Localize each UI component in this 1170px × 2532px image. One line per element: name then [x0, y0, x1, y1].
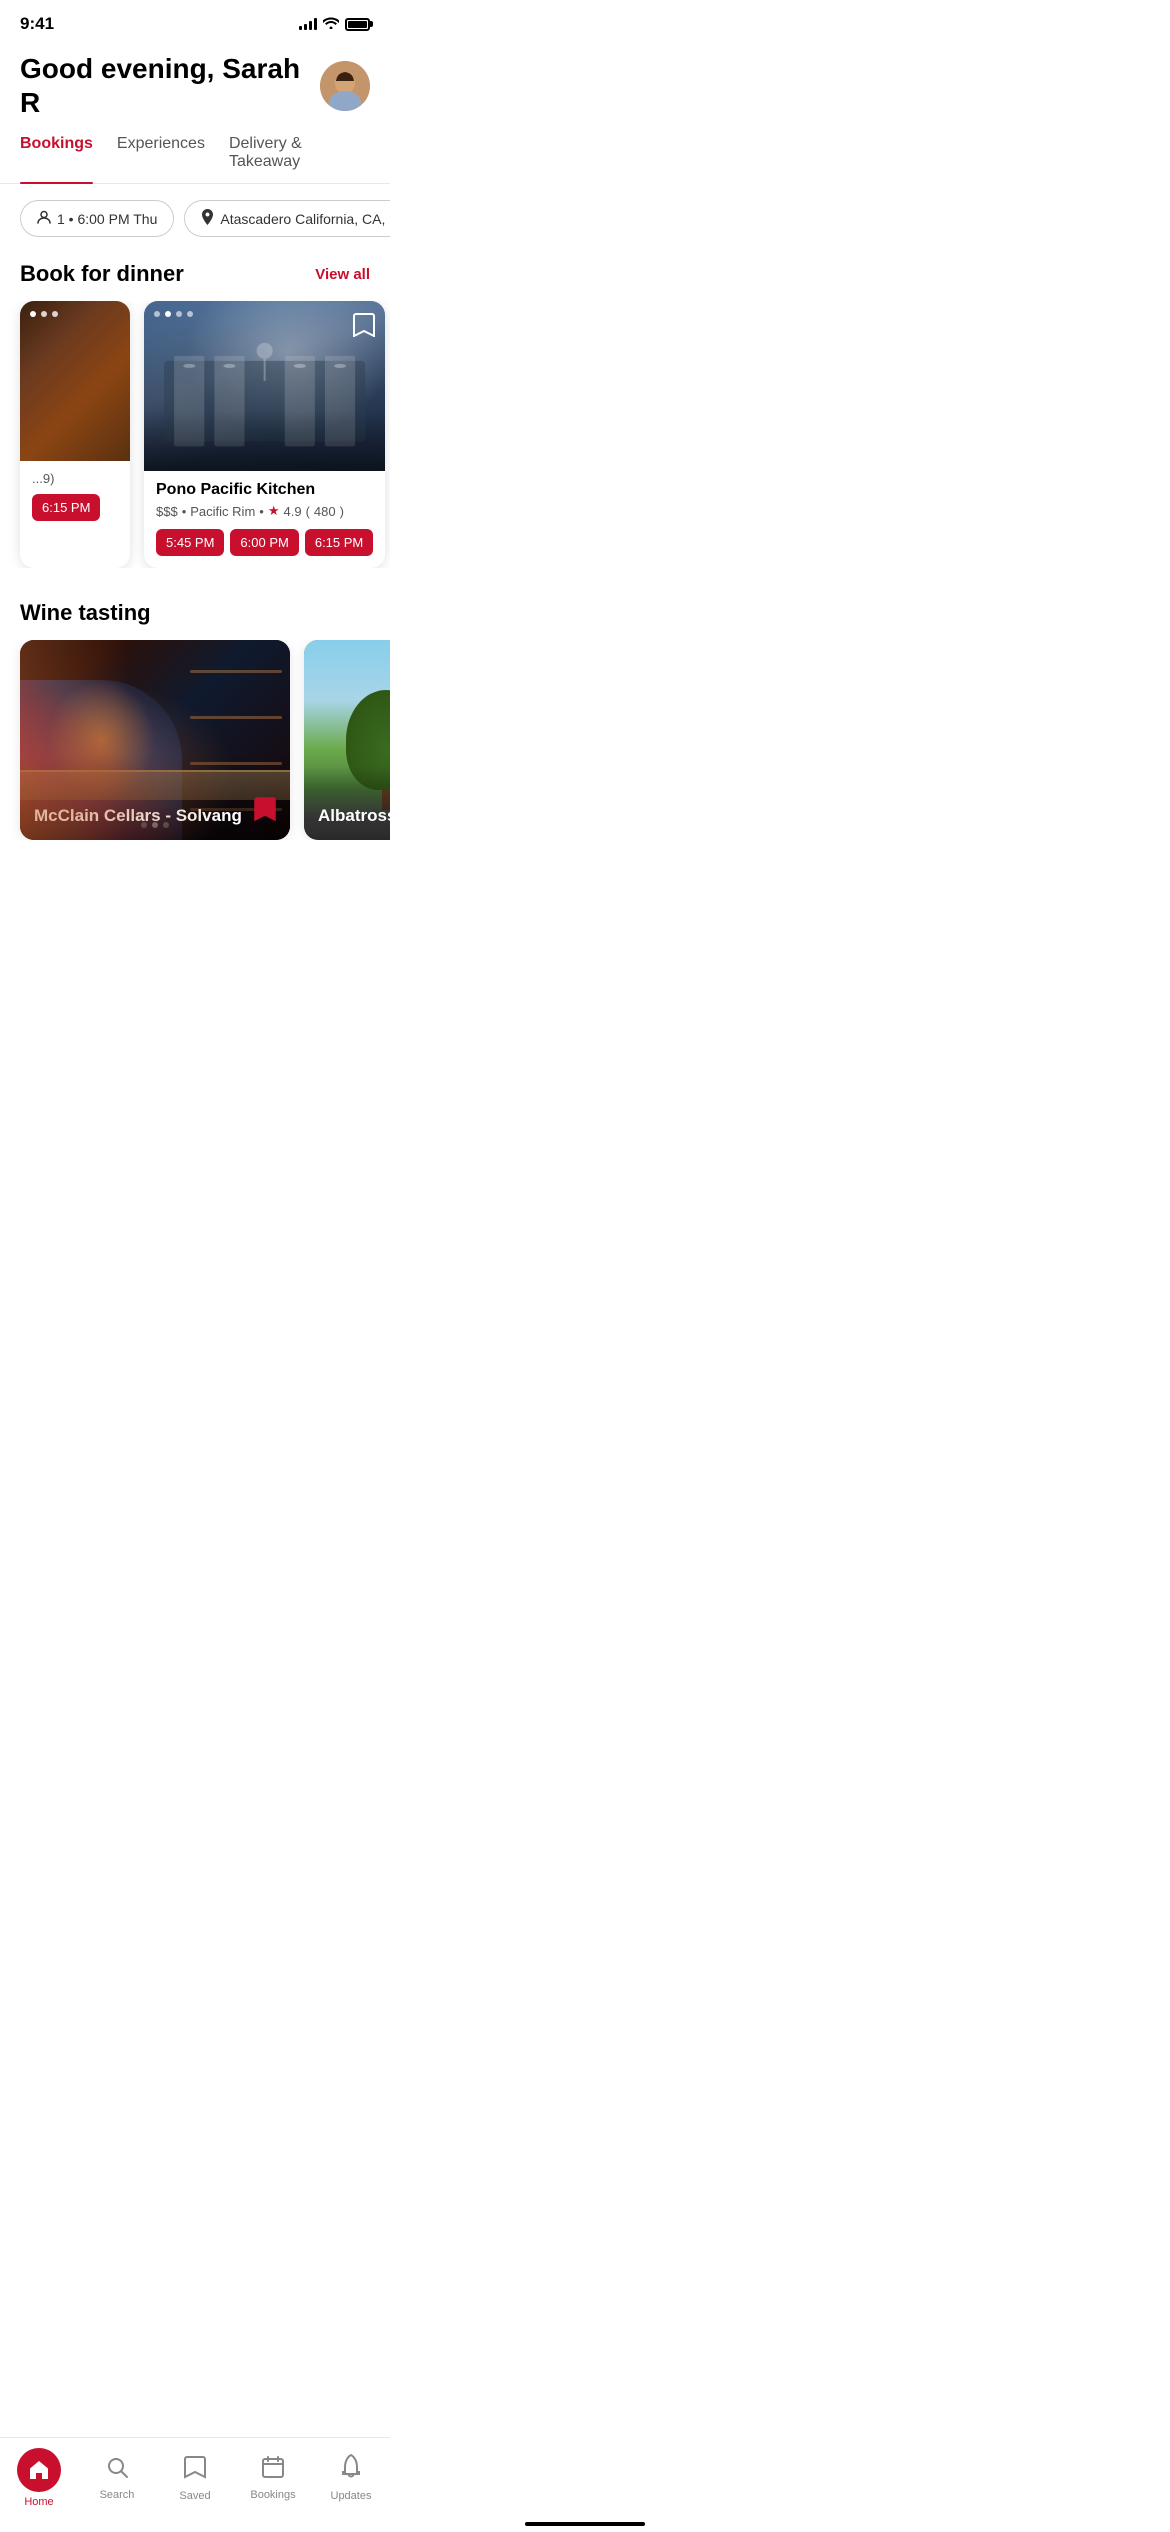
timeslot-545[interactable]: 5:45 PM: [156, 529, 224, 556]
greeting-text: Good evening, Sarah R: [20, 52, 320, 119]
filters-row: 1 • 6:00 PM Thu Atascadero California, C…: [0, 184, 390, 253]
tab-experiences[interactable]: Experiences: [117, 135, 205, 183]
bottom-nav: Home Search Saved Bookings: [0, 2437, 390, 2532]
home-indicator: [525, 2522, 645, 2526]
saved-icon: [184, 2454, 206, 2486]
signal-icon: [299, 18, 317, 30]
location-filter[interactable]: Atascadero California, CA, United St...: [184, 200, 390, 237]
mcclain-bookmark[interactable]: [254, 795, 276, 826]
pono-dots: [154, 311, 193, 317]
wine-venues-list: McClain Cellars - Solvang: [0, 640, 390, 840]
dinner-section-header: Book for dinner View all: [0, 253, 390, 301]
home-icon: [17, 2448, 61, 2492]
mcclain-name: McClain Cellars - Solvang: [34, 806, 242, 826]
timeslot-600[interactable]: 6:00 PM: [230, 529, 298, 556]
calendar-icon: [261, 2455, 285, 2485]
header: Good evening, Sarah R: [0, 42, 390, 135]
nav-search[interactable]: Search: [87, 2455, 147, 2501]
nav-bookings-label: Bookings: [250, 2489, 295, 2501]
pono-time-slots: 5:45 PM 6:00 PM 6:15 PM: [156, 529, 373, 556]
nav-saved[interactable]: Saved: [165, 2454, 225, 2502]
bookmark-pono[interactable]: [353, 311, 375, 342]
wine-section-header: Wine tasting: [0, 592, 390, 640]
location-filter-label: Atascadero California, CA, United St...: [220, 211, 390, 227]
dinner-title: Book for dinner: [20, 261, 184, 287]
tabs: Bookings Experiences Delivery & Takeaway: [0, 135, 390, 184]
status-icons: [299, 17, 370, 32]
wine-tasting-section: Wine tasting: [0, 592, 390, 840]
mcclain-overlay: McClain Cellars - Solvang: [20, 755, 290, 840]
nav-updates-label: Updates: [331, 2490, 372, 2502]
nav-updates[interactable]: Updates: [321, 2454, 381, 2502]
tab-bookings[interactable]: Bookings: [20, 135, 93, 183]
timeslot-btn[interactable]: 6:15 PM: [32, 494, 100, 521]
tab-delivery[interactable]: Delivery & Takeaway: [229, 135, 370, 183]
restaurant-card-pono[interactable]: Pono Pacific Kitchen $$$ • Pacific Rim •…: [144, 301, 385, 568]
nav-bookings[interactable]: Bookings: [243, 2455, 303, 2501]
status-bar: 9:41: [0, 0, 390, 42]
nav-home-label: Home: [24, 2496, 53, 2508]
albatross-name: Albatross Rid...: [318, 806, 390, 826]
timeslot-615[interactable]: 6:15 PM: [305, 529, 373, 556]
mcclain-dots: [141, 822, 169, 828]
guests-filter-label: 1 • 6:00 PM Thu: [57, 211, 157, 227]
nav-search-label: Search: [100, 2489, 135, 2501]
pono-name: Pono Pacific Kitchen: [156, 481, 373, 499]
nav-home[interactable]: Home: [9, 2448, 69, 2508]
wine-title: Wine tasting: [20, 600, 151, 626]
pono-meta: $$$ • Pacific Rim • ★ 4.9 (480): [156, 503, 373, 519]
bell-icon: [340, 2454, 362, 2486]
location-icon: [201, 209, 214, 228]
avatar[interactable]: [320, 61, 370, 111]
wine-card-mcclain[interactable]: McClain Cellars - Solvang: [20, 640, 290, 840]
person-icon: [37, 210, 51, 227]
dinner-view-all[interactable]: View all: [315, 266, 370, 283]
search-icon: [105, 2455, 129, 2485]
guests-filter[interactable]: 1 • 6:00 PM Thu: [20, 200, 174, 237]
restaurant-cards-list: ...9) 6:15 PM: [0, 301, 390, 568]
wine-card-albatross[interactable]: Albatross Rid...: [304, 640, 390, 840]
restaurant-card-partial-left[interactable]: ...9) 6:15 PM: [20, 301, 130, 568]
albatross-overlay: Albatross Rid...: [304, 766, 390, 840]
nav-saved-label: Saved: [179, 2490, 210, 2502]
status-time: 9:41: [20, 14, 54, 34]
card-dots-top: [30, 311, 58, 317]
battery-icon: [345, 18, 370, 31]
wifi-icon: [323, 17, 339, 32]
partial-card-rating: ...9): [32, 471, 118, 486]
